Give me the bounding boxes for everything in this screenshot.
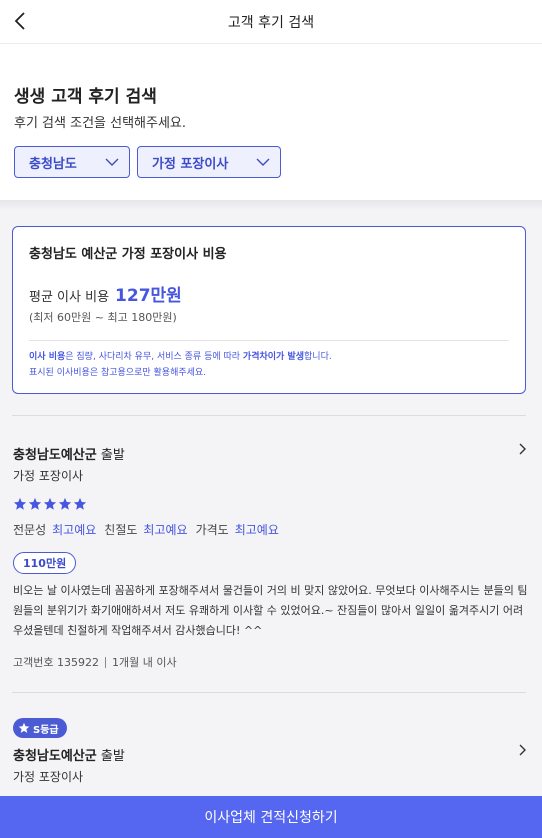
review-text: 비오는 날 이사였는데 꼼꼼하게 포장해주셔서 물건들이 거의 비 맞지 않았어… (13, 584, 528, 637)
review-move-type: 가정 포장이사 (13, 469, 84, 483)
cost-disclaimer: 표시된 이사비용은 참고용으로만 활용해주세요. (29, 368, 207, 378)
request-quote-button[interactable]: 이사업체 견적신청하기 (0, 796, 542, 838)
search-section: 생생 고객 후기 검색 후기 검색 조건을 선택해주세요. 충청남도 가정 포장… (0, 44, 542, 200)
request-quote-label: 이사업체 견적신청하기 (204, 810, 338, 826)
star-icon (58, 497, 72, 510)
chevron-right-icon[interactable] (518, 442, 528, 456)
divider (12, 692, 526, 693)
cost-range: (최저 60만원 ~ 최고 180만원) (29, 311, 177, 324)
chevron-right-icon[interactable] (518, 743, 528, 757)
rating-breakdown: 전문성 최고예요 친절도 최고예요 가격도 최고예요 (13, 521, 279, 538)
section-shadow (0, 200, 542, 210)
search-subtitle: 후기 검색 조건을 선택해주세요. (14, 116, 187, 131)
review-move-type: 가정 포장이사 (13, 770, 84, 784)
average-cost-label: 평균 이사 비용 (29, 290, 110, 305)
average-cost: 평균 이사 비용 127만원 (29, 281, 182, 306)
rating-kindness: 친절도 최고예요 (104, 523, 188, 537)
star-icon (13, 497, 27, 510)
grade-badge: S등급 (13, 718, 67, 738)
move-period: 1개월 내 이사 (111, 656, 177, 669)
separator (104, 656, 106, 668)
star-icon (28, 497, 42, 510)
star-icon (18, 722, 30, 733)
chevron-down-icon (256, 158, 270, 166)
region-select[interactable]: 충청남도 (14, 146, 130, 178)
review-price-badge: 110만원 (13, 552, 77, 574)
back-button[interactable] (10, 8, 30, 34)
top-bar: 고객 후기 검색 (0, 0, 542, 44)
chevron-left-icon (14, 12, 25, 30)
customer-number: 고객번호 135922 (13, 656, 99, 669)
review-title[interactable]: 충청남도예산군 출발 (13, 745, 125, 764)
rating-price: 가격도 최고예요 (195, 523, 279, 537)
star-icon (73, 497, 87, 510)
region-select-value: 충청남도 (29, 156, 77, 172)
divider (12, 415, 526, 416)
cost-card-title: 충청남도 예산군 가정 포장이사 비용 (29, 247, 227, 262)
chevron-down-icon (105, 158, 119, 166)
page-title: 고객 후기 검색 (227, 14, 315, 31)
review-meta: 고객번호 135922 1개월 내 이사 (13, 654, 177, 670)
star-icon (43, 497, 57, 510)
cost-note: 이사 비용은 짐량, 사다리차 유무, 서비스 종류 등에 따라 가격차이가 발… (29, 352, 332, 362)
divider (29, 340, 509, 341)
rating-professionalism: 전문성 최고예요 (13, 523, 97, 537)
move-type-select-value: 가정 포장이사 (152, 156, 229, 172)
review-title[interactable]: 충청남도예산군 출발 (13, 444, 125, 463)
average-cost-value: 127만원 (115, 286, 182, 306)
search-heading: 생생 고객 후기 검색 (14, 87, 157, 107)
move-type-select[interactable]: 가정 포장이사 (137, 146, 281, 178)
cost-summary-card: 충청남도 예산군 가정 포장이사 비용 평균 이사 비용 127만원 (최저 6… (12, 226, 526, 394)
grade-badge-label: S등급 (33, 724, 59, 736)
star-rating (13, 497, 87, 511)
